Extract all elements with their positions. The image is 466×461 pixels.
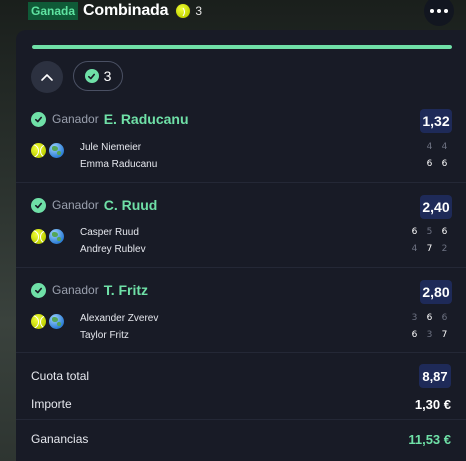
total-odds-row: Cuota total 8,87	[31, 364, 451, 388]
divider	[16, 419, 466, 420]
leg-odds: 2,40	[420, 195, 452, 219]
set-score: 3	[411, 313, 418, 323]
check-circle-icon	[31, 197, 46, 213]
globe-icon	[49, 314, 64, 329]
player-row: Andrey Rublev 4 7 2	[80, 241, 452, 257]
set-score: 6	[441, 227, 448, 237]
set-score: 5	[426, 227, 433, 237]
leg-market: Ganador	[52, 283, 99, 297]
player-row: Casper Ruud 6 5 6	[80, 224, 452, 240]
selection-count: 3	[195, 4, 203, 18]
player-name: Taylor Fritz	[80, 329, 129, 341]
total-odds-value: 8,87	[419, 364, 451, 388]
set-score: 6	[426, 159, 433, 169]
leg-pick: C. Ruud	[103, 197, 158, 213]
leg-odds: 1,32	[420, 109, 452, 133]
set-score: 2	[441, 244, 448, 254]
tennis-ball-icon	[31, 229, 46, 244]
set-score: 7	[441, 330, 448, 340]
check-circle-icon	[31, 111, 46, 127]
winnings-value: 11,53 €	[408, 431, 451, 447]
bet-card: 3 Ganador E. Raducanu 1,32 Jule Niemeier…	[16, 30, 466, 461]
tennis-ball-icon	[31, 314, 46, 329]
check-circle-icon	[84, 69, 99, 83]
tennis-ball-icon	[31, 143, 46, 158]
more-horizontal-icon	[430, 9, 434, 13]
status-badge: Ganada	[28, 2, 79, 20]
player-name: Emma Raducanu	[80, 158, 158, 170]
leg-pick: E. Raducanu	[103, 111, 189, 127]
chevron-up-icon	[41, 74, 53, 81]
set-score: 7	[426, 244, 433, 254]
player-name: Andrey Rublev	[80, 243, 146, 255]
set-score: 6	[411, 227, 418, 237]
player-row: Alexander Zverev 3 6 6	[80, 310, 452, 326]
globe-icon	[49, 143, 64, 158]
player-row: Jule Niemeier 4 4	[80, 139, 452, 155]
bet-type-title: Combinada	[83, 2, 169, 19]
divider	[16, 352, 466, 353]
player-name: Jule Niemeier	[80, 141, 142, 153]
winnings-row: Ganancias 11,53 €	[31, 427, 451, 451]
set-score: 4	[441, 142, 448, 152]
check-circle-icon	[31, 282, 46, 298]
tennis-ball-icon	[176, 4, 191, 18]
player-name: Alexander Zverev	[80, 312, 159, 324]
bet-leg: Ganador T. Fritz 2,80 Alexander Zverev 3…	[16, 280, 466, 366]
leg-market: Ganador	[52, 198, 99, 212]
set-score: 4	[411, 244, 418, 254]
set-score: 4	[426, 142, 433, 152]
leg-pick: T. Fritz	[103, 282, 149, 298]
total-odds-label: Cuota total	[31, 369, 90, 383]
globe-icon	[49, 229, 64, 244]
legs-won-pill[interactable]: 3	[73, 61, 123, 91]
more-options-button[interactable]	[424, 0, 454, 26]
set-score: 3	[426, 330, 433, 340]
collapse-button[interactable]	[31, 61, 63, 93]
divider	[16, 267, 466, 268]
player-row: Emma Raducanu 6 6	[80, 156, 452, 172]
legs-won-count: 3	[103, 68, 112, 84]
stake-row: Importe 1,30 €	[31, 392, 451, 416]
player-name: Casper Ruud	[80, 226, 139, 238]
divider	[16, 182, 466, 183]
set-score: 6	[411, 330, 418, 340]
stake-value: 1,30 €	[414, 396, 451, 412]
set-score: 6	[441, 313, 448, 323]
bet-leg: Ganador C. Ruud 2,40 Casper Ruud 6 5 6 A…	[16, 195, 466, 281]
winnings-label: Ganancias	[31, 432, 89, 446]
stake-label: Importe	[31, 397, 72, 411]
leg-odds: 2,80	[420, 280, 452, 304]
progress-fill	[32, 45, 452, 49]
leg-market: Ganador	[52, 112, 99, 126]
set-score: 6	[426, 313, 433, 323]
bet-header: Ganada Combinada 3	[0, 0, 466, 22]
player-row: Taylor Fritz 6 3 7	[80, 327, 452, 343]
set-score: 6	[441, 159, 448, 169]
progress-bar	[32, 45, 452, 49]
